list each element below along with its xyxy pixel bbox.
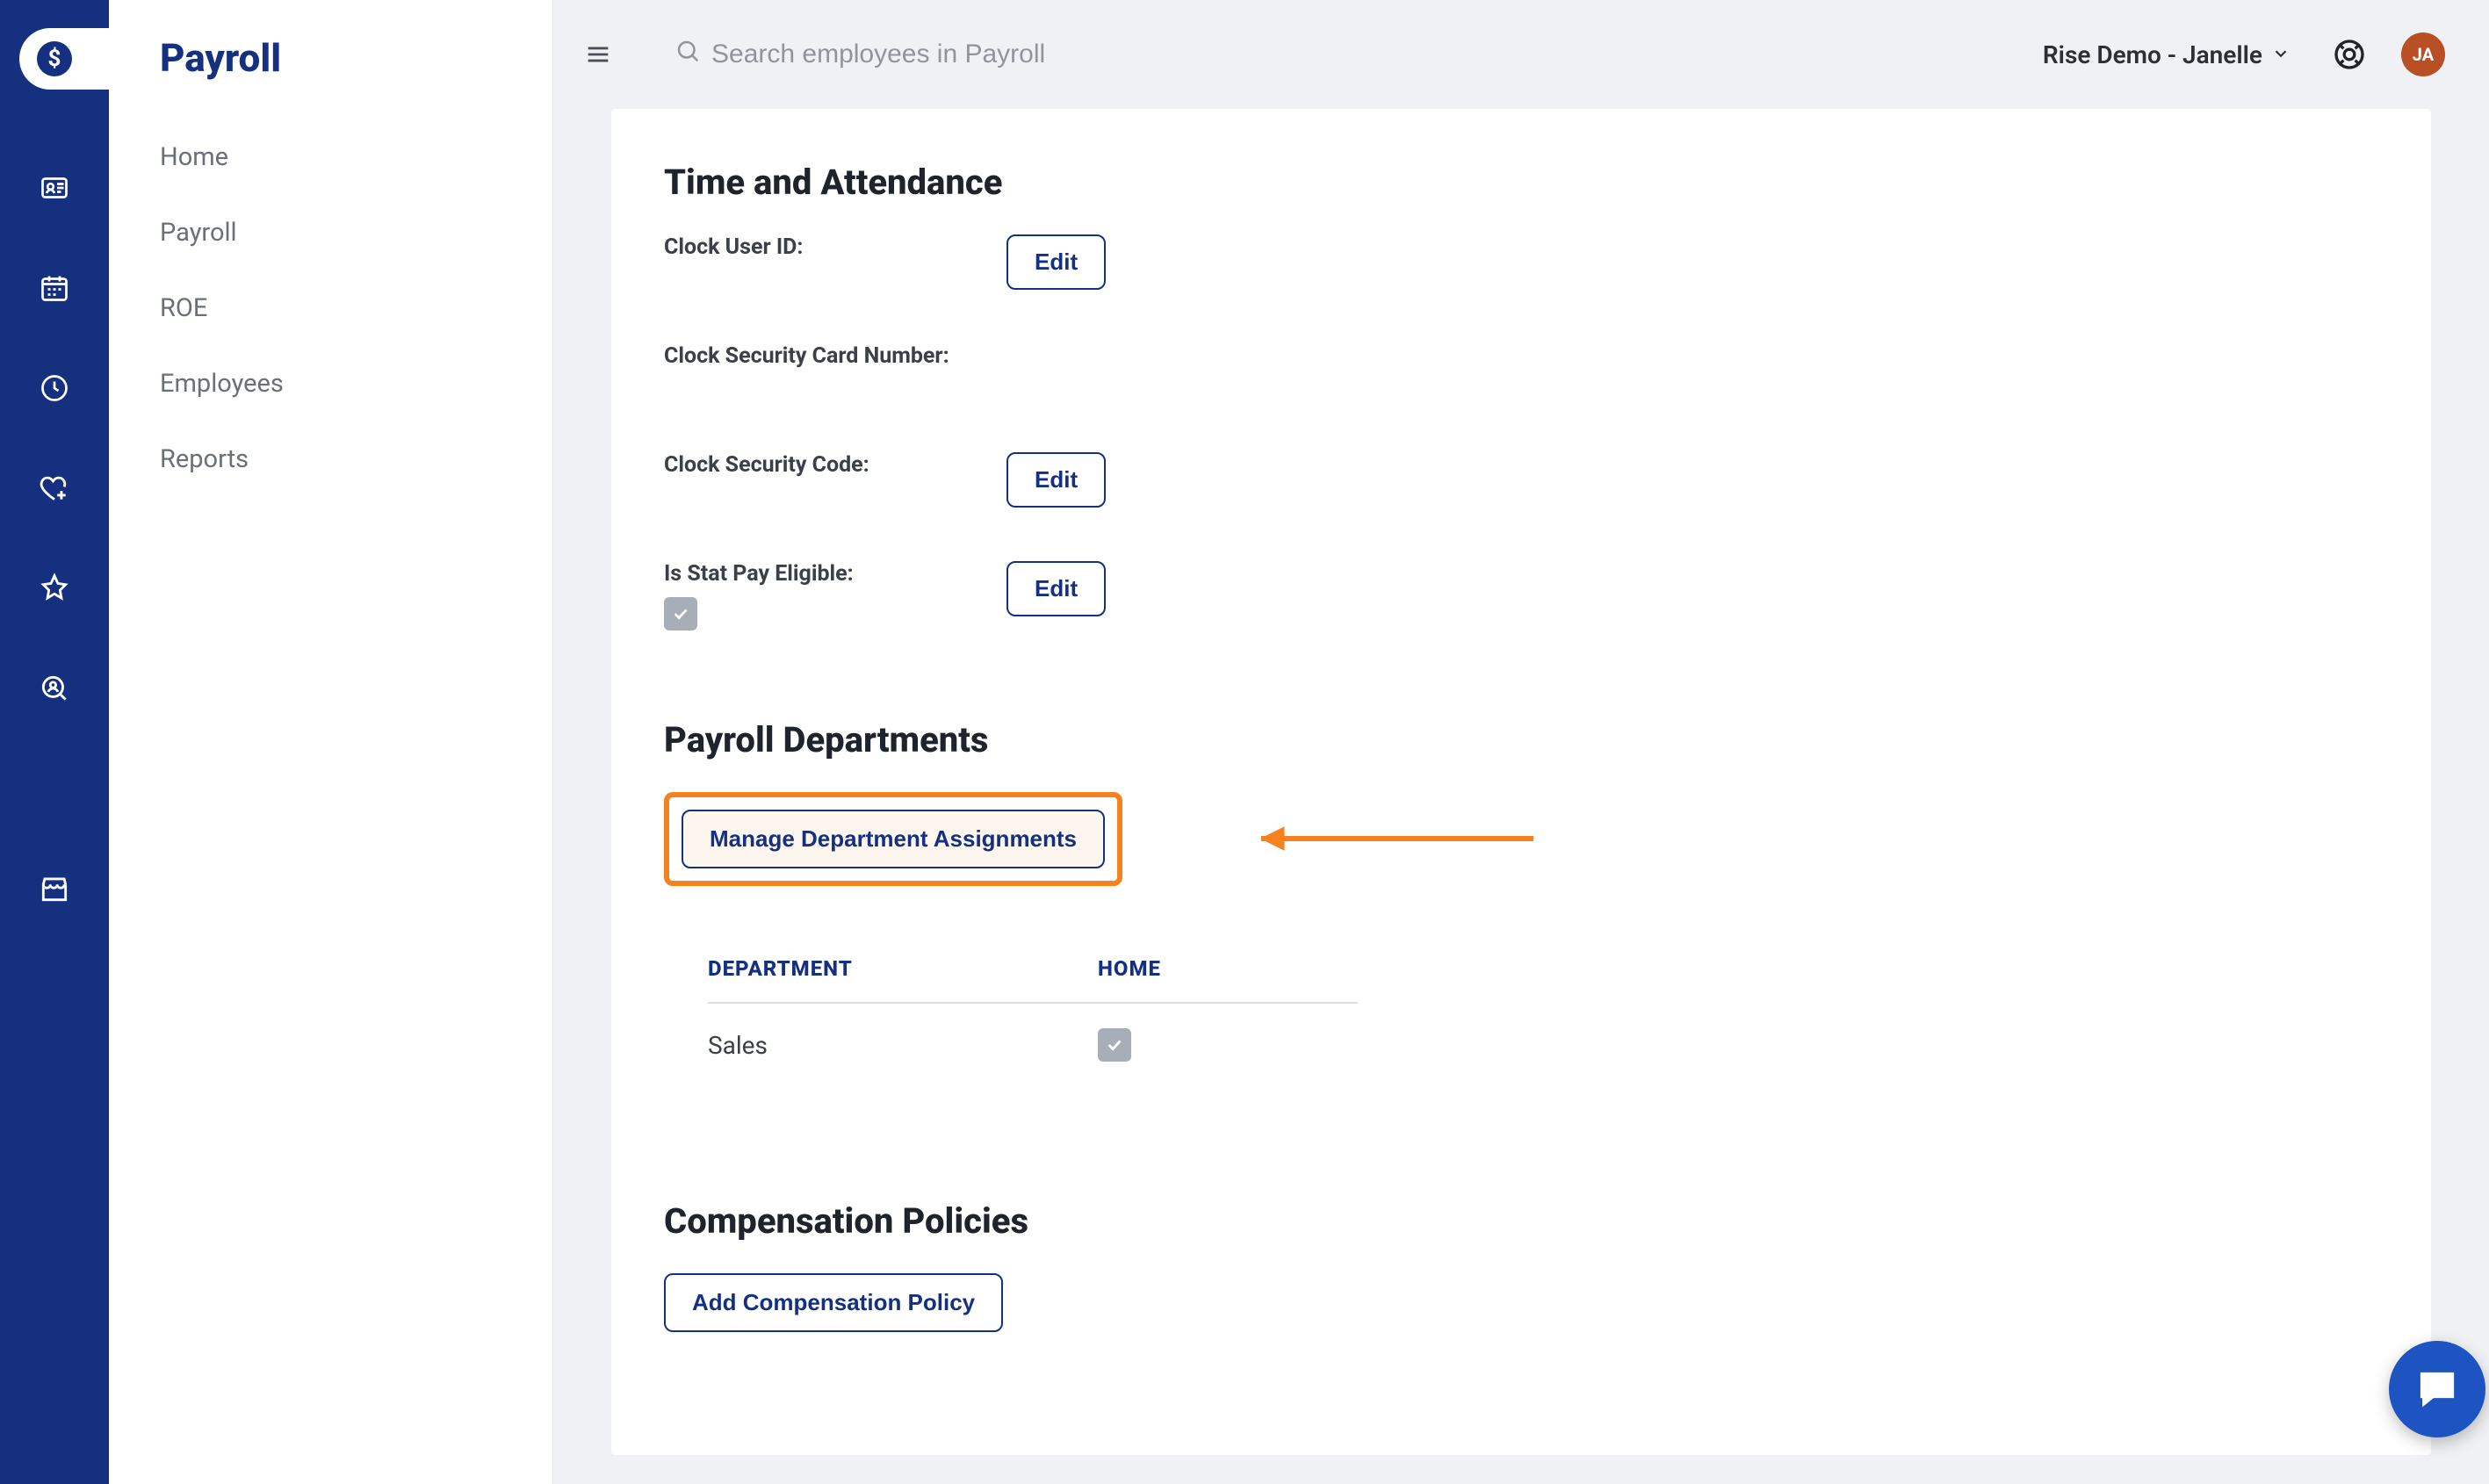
rail-item-heart[interactable] xyxy=(33,467,76,509)
rail-item-store[interactable] xyxy=(33,868,76,910)
section-title-compensation: Compensation Policies xyxy=(664,1200,2378,1242)
content: Time and Attendance Clock User ID: Edit … xyxy=(553,109,2489,1484)
table-row: Sales xyxy=(708,1004,1358,1086)
manage-department-assignments-button[interactable]: Manage Department Assignments xyxy=(682,810,1105,868)
org-label: Rise Demo - Janelle xyxy=(2043,40,2262,69)
sidebar-item-home[interactable]: Home xyxy=(160,142,517,172)
hamburger-icon[interactable] xyxy=(580,36,617,73)
section-time-attendance: Time and Attendance Clock User ID: Edit … xyxy=(664,162,2378,649)
add-compensation-policy-button[interactable]: Add Compensation Policy xyxy=(664,1273,1003,1332)
section-compensation-policies: Compensation Policies Add Compensation P… xyxy=(664,1200,2378,1332)
sidebar-item-payroll[interactable]: Payroll xyxy=(160,218,517,248)
value-clock-security-card xyxy=(664,379,1006,406)
dollar-icon: $ xyxy=(37,41,72,76)
app-root: $ Payroll Home Payroll ROE Employees Rep… xyxy=(0,0,2489,1484)
sidebar-item-reports[interactable]: Reports xyxy=(160,444,517,474)
rail-item-calendar[interactable] xyxy=(33,267,76,309)
field-clock-security-code: Clock Security Code: Edit xyxy=(664,452,2378,540)
topbar: Rise Demo - Janelle JA xyxy=(553,0,2489,109)
col-department: DEPARTMENT xyxy=(708,956,1098,981)
org-selector[interactable]: Rise Demo - Janelle xyxy=(2043,40,2291,69)
checkbox-home xyxy=(1098,1028,1131,1062)
chevron-down-icon xyxy=(2271,40,2291,69)
label-clock-security-card: Clock Security Card Number: xyxy=(664,343,1006,369)
col-home: HOME xyxy=(1098,956,1161,981)
edit-stat-pay-button[interactable]: Edit xyxy=(1006,561,1106,616)
edit-clock-security-code-button[interactable]: Edit xyxy=(1006,452,1106,508)
avatar-initials: JA xyxy=(2413,44,2434,65)
search-input[interactable] xyxy=(711,40,1326,69)
annotation-arrow-icon xyxy=(1226,817,1542,864)
departments-table-header: DEPARTMENT HOME xyxy=(708,956,1358,1004)
icon-rail: $ xyxy=(0,0,109,1484)
sidebar: Payroll Home Payroll ROE Employees Repor… xyxy=(109,0,553,1484)
search-icon xyxy=(675,38,701,71)
main-area: Rise Demo - Janelle JA Time and Attendan… xyxy=(553,0,2489,1484)
value-clock-security-code xyxy=(664,488,1006,515)
rail-item-profile-search[interactable] xyxy=(33,667,76,710)
label-stat-pay: Is Stat Pay Eligible: xyxy=(664,561,1006,587)
value-clock-user-id xyxy=(664,270,1006,297)
sidebar-item-roe[interactable]: ROE xyxy=(160,293,517,323)
cell-department: Sales xyxy=(708,1031,1098,1060)
search-wrap xyxy=(675,38,2043,71)
departments-table: DEPARTMENT HOME Sales xyxy=(708,956,1358,1086)
panel: Time and Attendance Clock User ID: Edit … xyxy=(611,109,2431,1455)
field-clock-security-card: Clock Security Card Number: xyxy=(664,343,2378,431)
field-stat-pay: Is Stat Pay Eligible: Edit xyxy=(664,561,2378,649)
rail-item-people[interactable] xyxy=(33,167,76,209)
sidebar-item-employees[interactable]: Employees xyxy=(160,369,517,399)
avatar[interactable]: JA xyxy=(2401,32,2445,76)
section-payroll-departments: Payroll Departments Manage Department As… xyxy=(664,719,2378,1086)
field-clock-user-id: Clock User ID: Edit xyxy=(664,234,2378,322)
checkbox-stat-pay xyxy=(664,597,697,630)
rail-item-clock[interactable] xyxy=(33,367,76,409)
label-clock-security-code: Clock Security Code: xyxy=(664,452,1006,478)
help-icon[interactable] xyxy=(2329,34,2370,75)
annotation-highlight: Manage Department Assignments xyxy=(664,792,1122,886)
chat-help-button[interactable] xyxy=(2389,1341,2485,1437)
edit-clock-user-id-button[interactable]: Edit xyxy=(1006,234,1106,290)
sidebar-nav: Home Payroll ROE Employees Reports xyxy=(144,142,517,474)
rail-item-star[interactable] xyxy=(33,567,76,609)
label-clock-user-id: Clock User ID: xyxy=(664,234,1006,260)
section-title-time-attendance: Time and Attendance xyxy=(664,162,2378,203)
section-title-payroll-departments: Payroll Departments xyxy=(664,719,2378,760)
rail-item-payroll[interactable]: $ xyxy=(19,28,119,90)
sidebar-title: Payroll xyxy=(160,35,517,81)
